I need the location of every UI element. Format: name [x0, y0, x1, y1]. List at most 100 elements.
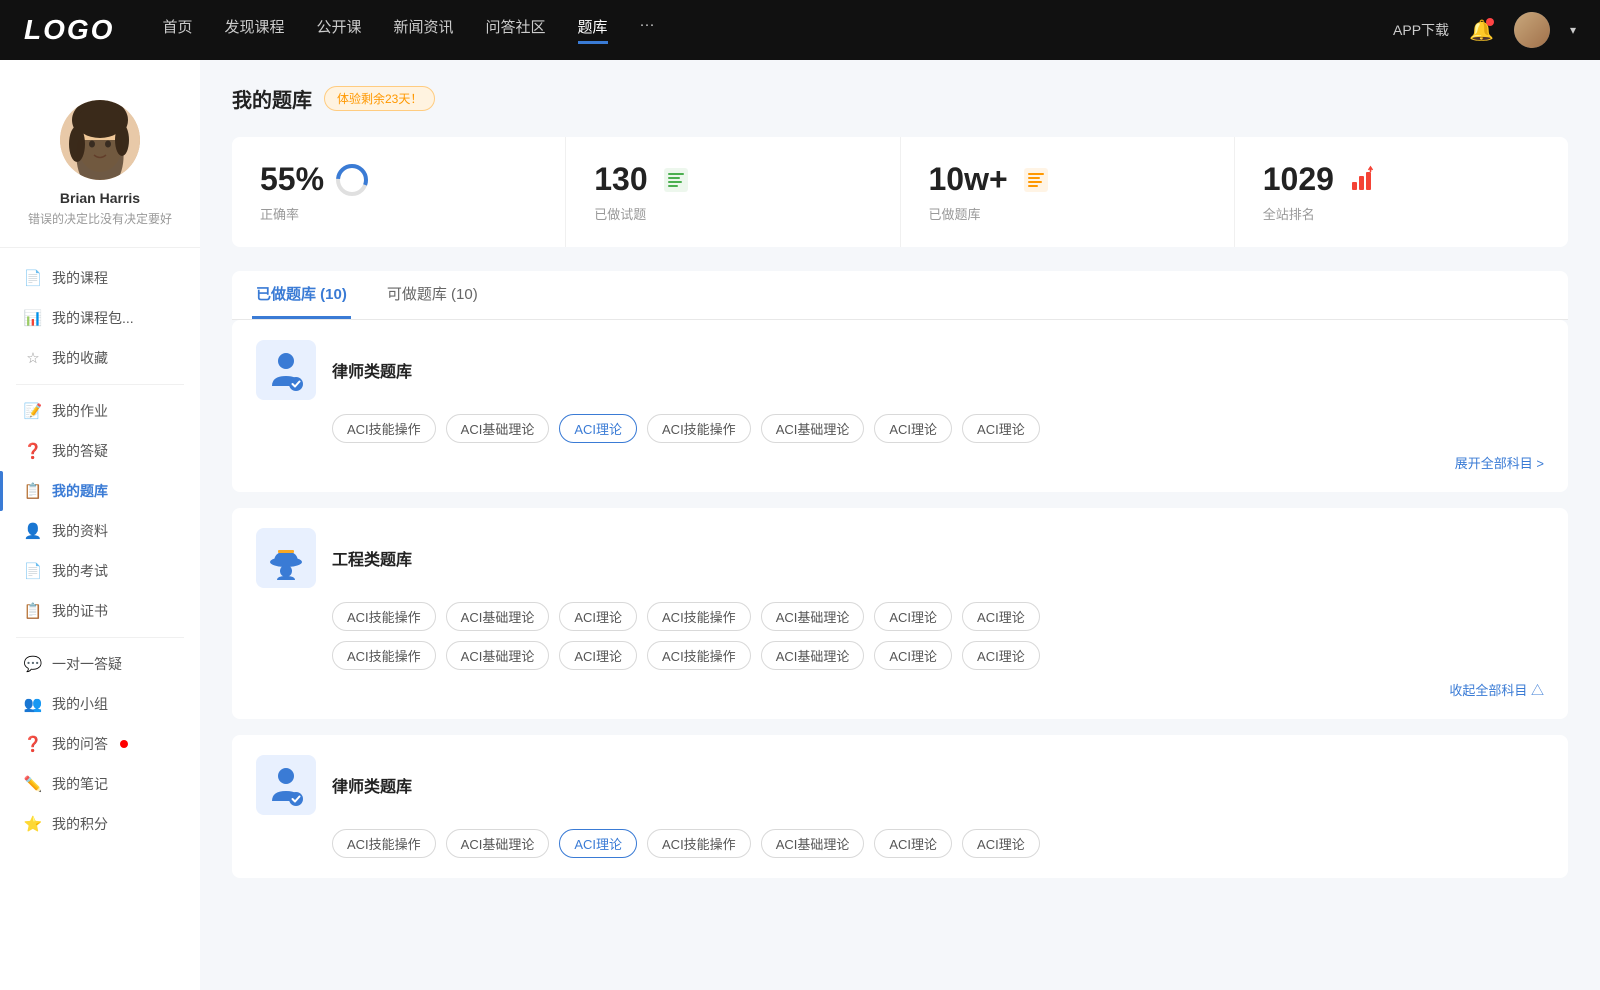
user-dropdown-arrow[interactable]: ▾ — [1570, 23, 1576, 37]
l2-tag-5[interactable]: ACI理论 — [874, 829, 952, 858]
tab-available-banks[interactable]: 可做题库 (10) — [383, 271, 482, 319]
stat-value-correct: 55% — [260, 161, 324, 198]
tabs-bar: 已做题库 (10) 可做题库 (10) — [232, 271, 1568, 320]
tab-done-banks[interactable]: 已做题库 (10) — [252, 271, 351, 319]
eng-tag-r2-2[interactable]: ACI理论 — [559, 641, 637, 670]
stat-label-rank: 全站排名 — [1263, 204, 1540, 223]
sidebar-item-label: 我的课程包... — [52, 308, 134, 328]
notification-bell[interactable]: 🔔 — [1469, 18, 1494, 43]
sidebar-item-my-qa[interactable]: ❓ 我的问答 — [0, 724, 200, 764]
sidebar-item-qbank[interactable]: 📋 我的题库 — [0, 471, 200, 511]
stat-value-questions: 130 — [594, 161, 647, 198]
sidebar-item-label: 我的小组 — [52, 694, 108, 714]
sidebar-item-collection[interactable]: ☆ 我的收藏 — [0, 338, 200, 378]
qa-red-dot — [120, 740, 128, 748]
sidebar-item-cert[interactable]: 📋 我的证书 — [0, 591, 200, 631]
homework-icon: 📝 — [24, 402, 42, 420]
sidebar-divider-2 — [16, 637, 184, 638]
qbank-tag-6[interactable]: ACI理论 — [962, 414, 1040, 443]
qbank-tag-0[interactable]: ACI技能操作 — [332, 414, 436, 443]
l2-tag-6[interactable]: ACI理论 — [962, 829, 1040, 858]
sidebar-item-course-pack[interactable]: 📊 我的课程包... — [0, 298, 200, 338]
eng-tag-r1-6[interactable]: ACI理论 — [962, 602, 1040, 631]
sidebar-menu: 📄 我的课程 📊 我的课程包... ☆ 我的收藏 📝 我的作业 ❓ 我的答疑 � — [0, 258, 200, 844]
sidebar-divider-1 — [16, 384, 184, 385]
course-pack-icon: 📊 — [24, 309, 42, 327]
logo[interactable]: LOGO — [24, 14, 114, 46]
course-icon: 📄 — [24, 269, 42, 287]
qbank-tag-5[interactable]: ACI理论 — [874, 414, 952, 443]
sidebar-item-exam[interactable]: 📄 我的考试 — [0, 551, 200, 591]
stat-questions-done: 130 已做试题 — [566, 137, 900, 247]
eng-tag-r2-3[interactable]: ACI技能操作 — [647, 641, 751, 670]
qbank-tag-3[interactable]: ACI技能操作 — [647, 414, 751, 443]
eng-tag-r2-5[interactable]: ACI理论 — [874, 641, 952, 670]
qbank-expand-lawyer[interactable]: 展开全部科目 > — [256, 453, 1544, 472]
sidebar-avatar — [60, 100, 140, 180]
eng-tag-r1-3[interactable]: ACI技能操作 — [647, 602, 751, 631]
qbank-title-engineer: 工程类题库 — [332, 546, 412, 570]
pie-chart-icon — [334, 162, 370, 198]
eng-tag-r1-4[interactable]: ACI基础理论 — [761, 602, 865, 631]
eng-tag-r1-2[interactable]: ACI理论 — [559, 602, 637, 631]
l2-tag-2-active[interactable]: ACI理论 — [559, 829, 637, 858]
eng-tag-r1-0[interactable]: ACI技能操作 — [332, 602, 436, 631]
sidebar-motto: 错误的决定比没有决定要好 — [28, 210, 172, 227]
bar-chart-icon — [1344, 162, 1380, 198]
l2-tag-0[interactable]: ACI技能操作 — [332, 829, 436, 858]
nav-item-qbank[interactable]: 题库 — [578, 16, 608, 44]
sidebar-item-group[interactable]: 👥 我的小组 — [0, 684, 200, 724]
nav-item-discover[interactable]: 发现课程 — [224, 16, 284, 44]
user-avatar[interactable] — [1514, 12, 1550, 48]
engineer-svg — [264, 536, 308, 580]
avatar-svg — [60, 100, 140, 180]
sidebar-item-1on1[interactable]: 💬 一对一答疑 — [0, 644, 200, 684]
sidebar-item-label: 我的题库 — [52, 481, 108, 501]
qa-icon: ❓ — [24, 442, 42, 460]
qbank-header-lawyer: 律师类题库 — [256, 340, 1544, 400]
sidebar-item-profile[interactable]: 👤 我的资料 — [0, 511, 200, 551]
main-content: 我的题库 体验剩余23天！ 55% — [200, 60, 1600, 990]
app-download-button[interactable]: APP下载 — [1393, 20, 1449, 40]
trial-badge: 体验剩余23天！ — [324, 86, 435, 111]
l2-tag-4[interactable]: ACI基础理论 — [761, 829, 865, 858]
qbank-tag-2-active[interactable]: ACI理论 — [559, 414, 637, 443]
exam-icon: 📄 — [24, 562, 42, 580]
eng-tag-r2-1[interactable]: ACI基础理论 — [446, 641, 550, 670]
qbank-collapse-engineer[interactable]: 收起全部科目 △ — [256, 680, 1544, 699]
eng-tag-r2-4[interactable]: ACI基础理论 — [761, 641, 865, 670]
group-icon: 👥 — [24, 695, 42, 713]
sidebar-item-homework[interactable]: 📝 我的作业 — [0, 391, 200, 431]
nav-item-more[interactable]: ··· — [640, 16, 655, 44]
stat-site-rank: 1029 全站排名 — [1235, 137, 1568, 247]
sidebar-item-label: 我的课程 — [52, 268, 108, 288]
qbank-tags-lawyer2: ACI技能操作 ACI基础理论 ACI理论 ACI技能操作 ACI基础理论 AC… — [332, 829, 1544, 858]
stat-top-rank: 1029 — [1263, 161, 1540, 198]
eng-tag-r2-0[interactable]: ACI技能操作 — [332, 641, 436, 670]
eng-tag-r1-5[interactable]: ACI理论 — [874, 602, 952, 631]
l2-tag-1[interactable]: ACI基础理论 — [446, 829, 550, 858]
eng-tag-r1-1[interactable]: ACI基础理论 — [446, 602, 550, 631]
sidebar-item-label: 我的收藏 — [52, 348, 108, 368]
stat-value-rank: 1029 — [1263, 161, 1334, 198]
qbank-card-lawyer: 律师类题库 ACI技能操作 ACI基础理论 ACI理论 ACI技能操作 ACI基… — [232, 320, 1568, 492]
sidebar-item-qa-mine[interactable]: ❓ 我的答疑 — [0, 431, 200, 471]
nav-item-open[interactable]: 公开课 — [316, 16, 361, 44]
nav-item-news[interactable]: 新闻资讯 — [394, 16, 454, 44]
nav-item-qa[interactable]: 问答社区 — [486, 16, 546, 44]
eng-tag-r2-6[interactable]: ACI理论 — [962, 641, 1040, 670]
l2-tag-3[interactable]: ACI技能操作 — [647, 829, 751, 858]
qbank-tag-4[interactable]: ACI基础理论 — [761, 414, 865, 443]
collection-icon: ☆ — [24, 349, 42, 367]
stat-value-banks: 10w+ — [929, 161, 1008, 198]
qbank-header-lawyer2: 律师类题库 — [256, 755, 1544, 815]
sidebar-item-label: 我的证书 — [52, 601, 108, 621]
stat-top-correct: 55% — [260, 161, 537, 198]
nav-item-home[interactable]: 首页 — [162, 16, 192, 44]
sidebar-item-my-course[interactable]: 📄 我的课程 — [0, 258, 200, 298]
qbank-tag-1[interactable]: ACI基础理论 — [446, 414, 550, 443]
page-header: 我的题库 体验剩余23天！ — [232, 84, 1568, 113]
sidebar-item-label: 我的考试 — [52, 561, 108, 581]
sidebar-item-points[interactable]: ⭐ 我的积分 — [0, 804, 200, 844]
sidebar-item-notes[interactable]: ✏️ 我的笔记 — [0, 764, 200, 804]
